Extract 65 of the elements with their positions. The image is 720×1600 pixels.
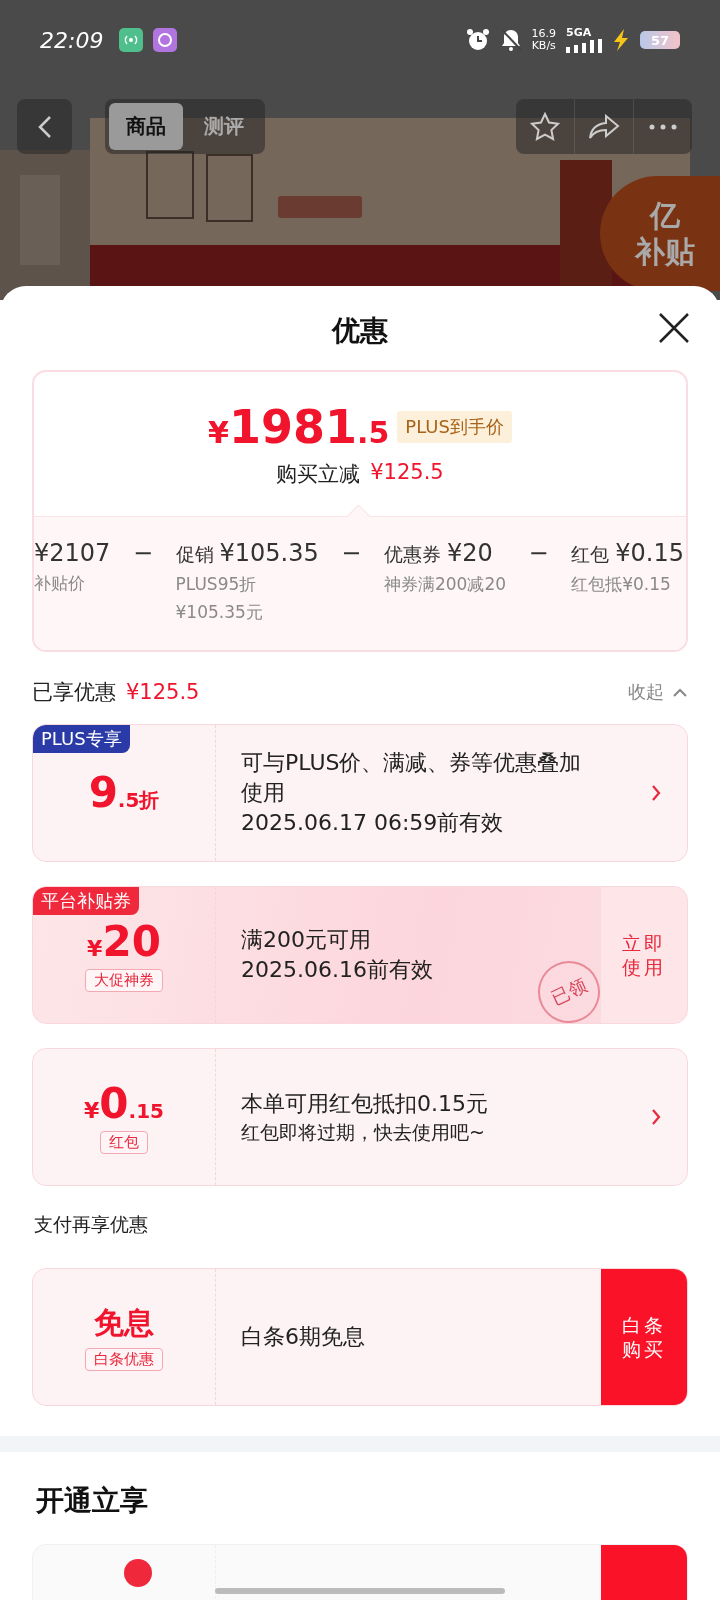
section-heading: 支付再享优惠 bbox=[34, 1212, 149, 1237]
collapse-toggle[interactable]: 收起 bbox=[628, 680, 688, 704]
offer-tag: PLUS专享 bbox=[33, 725, 130, 753]
clock: 22:09 bbox=[40, 27, 104, 53]
offer-text: 可与PLUS价、满减、券等优惠叠加使用 bbox=[241, 749, 583, 807]
chevron-right-icon[interactable] bbox=[651, 1108, 661, 1126]
offer-tag: 平台补贴券 bbox=[33, 887, 139, 915]
tab[interactable]: 商品 bbox=[109, 103, 183, 150]
breakdown-note: 神券满200减20 bbox=[383, 573, 507, 596]
offer-text: 红包即将过期，快去使用吧~ bbox=[241, 1120, 486, 1145]
offer-label: 白条优惠 bbox=[85, 1348, 163, 1371]
breakdown-amount: ¥105.35 bbox=[219, 539, 319, 567]
use-button[interactable]: 白条购买 bbox=[601, 1269, 687, 1405]
chevron-right-icon[interactable] bbox=[651, 784, 661, 802]
reduction-label: 购买立减 bbox=[276, 461, 361, 488]
offer-value: ¥0.15 bbox=[84, 1080, 164, 1127]
breakdown-note: PLUS95折 bbox=[175, 573, 258, 596]
breakdown-note: ¥105.35元 bbox=[175, 601, 264, 624]
back-button[interactable] bbox=[17, 99, 72, 154]
speed-unit: KB/s bbox=[531, 40, 556, 52]
offer-text: 本单可用红包抵扣0.15元 bbox=[241, 1090, 489, 1118]
reduction-amount: ¥125.5 bbox=[370, 460, 444, 486]
minus-sign: − bbox=[132, 539, 153, 567]
enjoyed-amount: ¥125.5 bbox=[126, 680, 200, 704]
back-icon bbox=[37, 114, 52, 139]
share-icon bbox=[588, 113, 620, 140]
price-tag: PLUS到手价 bbox=[397, 411, 512, 443]
breakdown-note: 红包抵¥0.15 bbox=[571, 573, 672, 596]
use-button[interactable]: 立即使用 bbox=[601, 887, 687, 1023]
breakdown-label: 红包 bbox=[571, 542, 610, 567]
breakdown-note: 补贴价 bbox=[34, 572, 86, 595]
offer-text: 满200元可用 bbox=[241, 926, 372, 954]
offer-text: 白条6期免息 bbox=[241, 1323, 366, 1351]
offer-text: 2025.06.16前有效 bbox=[241, 956, 434, 984]
app-icon bbox=[153, 28, 178, 52]
breakdown-label: 优惠券 bbox=[383, 542, 441, 567]
network-type: 5GA bbox=[566, 27, 592, 39]
offer-title: 免息 bbox=[94, 1304, 154, 1342]
breakdown-amount: ¥20 bbox=[446, 539, 493, 567]
alarm-icon bbox=[465, 28, 490, 52]
offer-label: 大促神券 bbox=[85, 968, 163, 992]
enjoyed-label: 已享优惠 bbox=[32, 679, 116, 706]
dot-icon bbox=[123, 1558, 153, 1588]
offer-value: ¥20 bbox=[87, 918, 161, 965]
signal-icon bbox=[566, 39, 602, 53]
minus-sign: − bbox=[341, 539, 362, 567]
more-icon bbox=[649, 123, 677, 130]
speed-value: 16.9 bbox=[531, 28, 556, 40]
battery: 57 bbox=[640, 31, 680, 49]
breakdown-amount: ¥0.15 bbox=[615, 539, 684, 567]
mute-icon bbox=[499, 28, 522, 52]
final-price: ¥1981.5 bbox=[208, 400, 390, 454]
offer-text: 2025.06.17 06:59前有效 bbox=[241, 809, 505, 837]
offer-label: 红包 bbox=[100, 1130, 148, 1154]
charging-icon bbox=[612, 29, 630, 51]
sheet-title: 优惠 bbox=[332, 313, 388, 349]
breakdown-label: 促销 bbox=[175, 542, 214, 567]
star-icon bbox=[530, 111, 560, 142]
tab[interactable]: 测评 bbox=[187, 103, 261, 150]
close-icon[interactable] bbox=[658, 312, 690, 344]
broadcast-icon bbox=[119, 28, 144, 52]
breakdown-amount: ¥2107 bbox=[34, 539, 111, 567]
minus-sign: − bbox=[528, 539, 549, 567]
section-heading: 开通立享 bbox=[36, 1483, 149, 1519]
offer-value: 9.5折 bbox=[88, 770, 160, 816]
